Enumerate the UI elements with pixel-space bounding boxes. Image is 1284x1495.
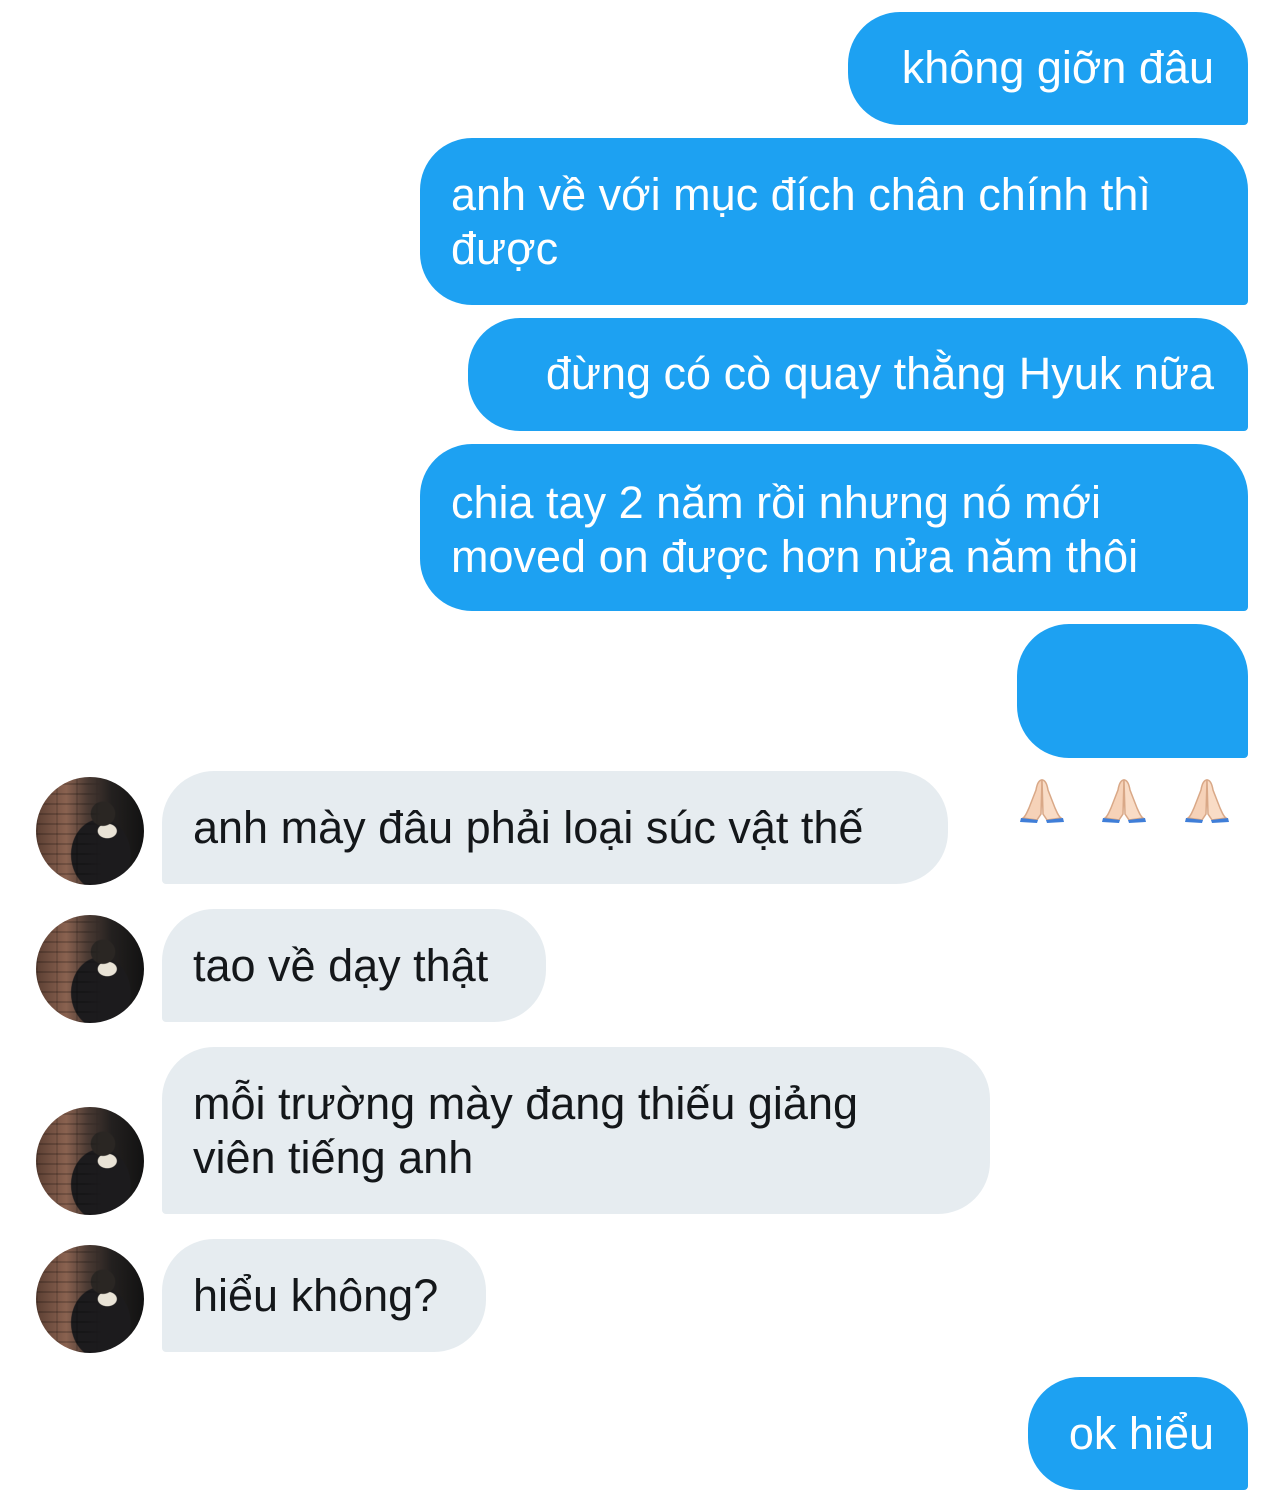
folded-hands-icon (1017, 666, 1083, 932)
avatar[interactable] (36, 915, 144, 1023)
message-outgoing[interactable]: anh về với mục đích chân chính thì được (420, 138, 1248, 305)
avatar[interactable] (36, 1245, 144, 1353)
message-incoming[interactable]: tao về dạy thật (162, 909, 546, 1022)
message-outgoing[interactable]: đừng có cò quay thằng Hyuk nữa (468, 318, 1248, 431)
message-outgoing[interactable]: không giỡn đâu (848, 12, 1248, 125)
message-incoming[interactable]: anh mày đâu phải loại súc vật thế (162, 771, 948, 884)
folded-hands-icon (1099, 666, 1165, 932)
message-incoming[interactable]: hiểu không? (162, 1239, 486, 1352)
folded-hands-icon (1182, 666, 1248, 932)
message-incoming[interactable]: mỗi trường mày đang thiếu giảng viên tiế… (162, 1047, 990, 1214)
message-outgoing[interactable]: ok hiểu (1028, 1377, 1248, 1490)
message-outgoing[interactable]: chia tay 2 năm rồi nhưng nó mới moved on… (420, 444, 1248, 611)
avatar[interactable] (36, 777, 144, 885)
avatar[interactable] (36, 1107, 144, 1215)
message-outgoing-emoji[interactable] (1017, 624, 1248, 823)
